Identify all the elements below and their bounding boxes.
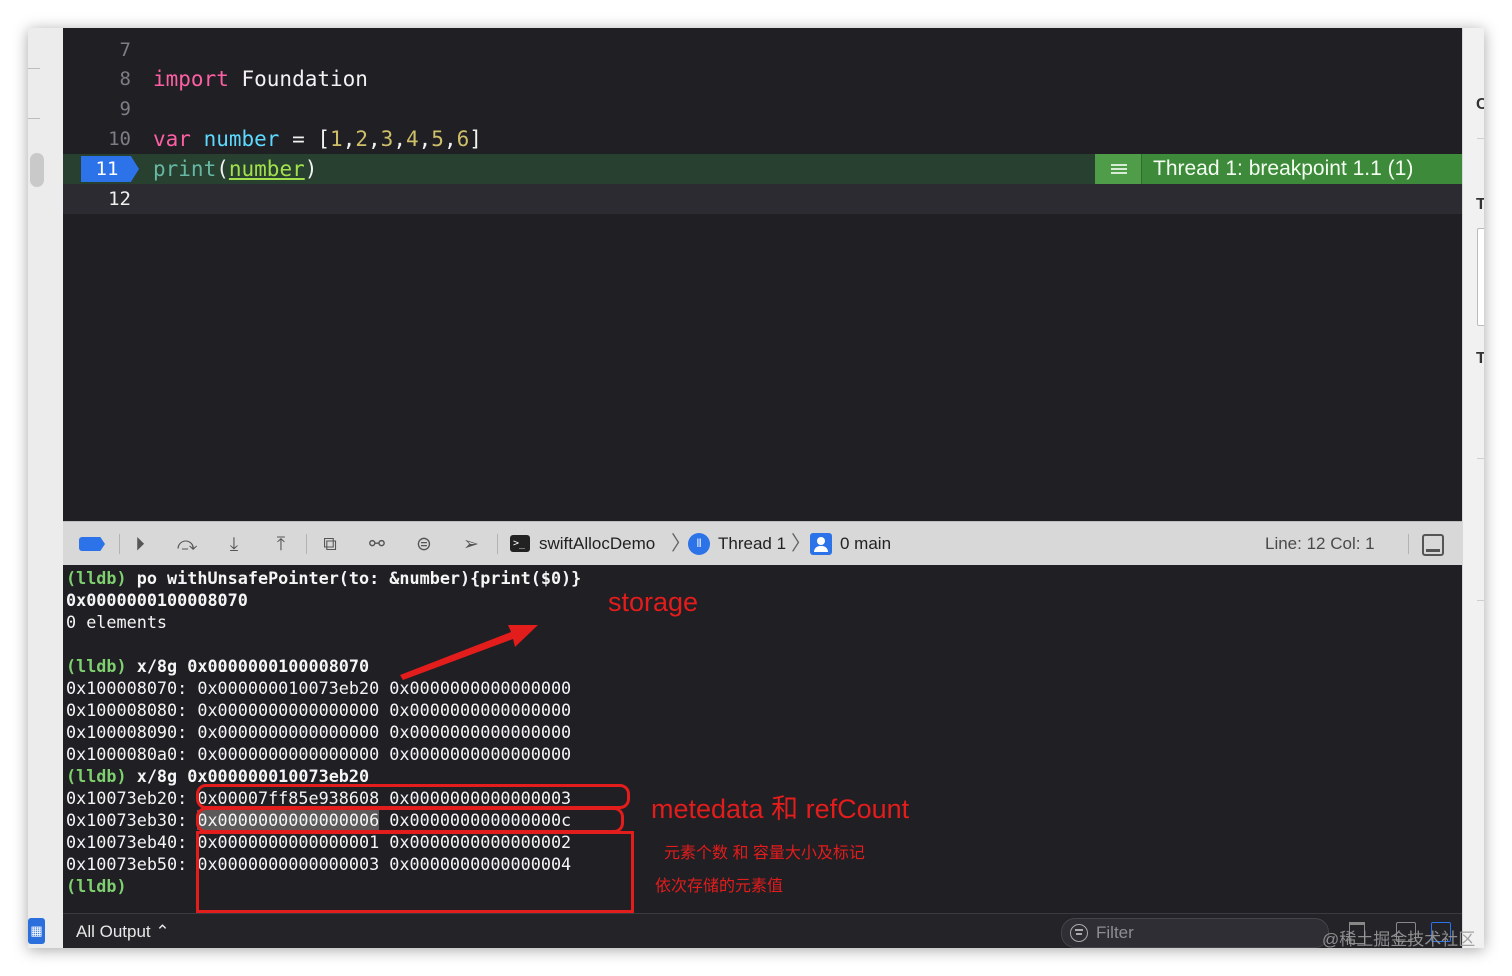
- code-line: 7: [63, 35, 1462, 65]
- view-hierarchy-icon[interactable]: ⧉: [317, 532, 343, 556]
- navigator-scrollbar[interactable]: [30, 153, 44, 187]
- divider: [1477, 458, 1484, 459]
- divider: [306, 534, 307, 554]
- line-number[interactable]: 9: [63, 94, 131, 124]
- xcode-window: ▦ 7 8 import Foundation 9 10 var number …: [28, 28, 1484, 948]
- divider: [119, 534, 120, 554]
- divider: [1477, 600, 1484, 601]
- continue-icon[interactable]: ⏵: [127, 532, 153, 556]
- thread-icon: ⫴: [688, 533, 710, 555]
- variable-name: number: [203, 127, 280, 151]
- keyword: var: [153, 127, 191, 151]
- comma: ,: [418, 127, 432, 151]
- metadata-highlight-box: [196, 784, 630, 809]
- filter-placeholder: Filter: [1096, 923, 1134, 942]
- watermark: @稀土掘金技术社区: [1322, 930, 1476, 949]
- divider: [28, 68, 40, 69]
- divider: [497, 534, 498, 554]
- paren: ): [304, 157, 318, 181]
- toggle-console-icon[interactable]: [1422, 534, 1444, 556]
- environment-icon[interactable]: ⊜: [411, 532, 437, 556]
- breadcrumb-frame[interactable]: 0 main: [840, 522, 891, 566]
- inspector-field[interactable]: [1477, 228, 1484, 326]
- breakpoint-banner[interactable]: Thread 1: breakpoint 1.1 (1): [1095, 154, 1462, 184]
- memory-graph-icon[interactable]: ⚯: [364, 532, 390, 556]
- count-highlight-box: [196, 807, 624, 833]
- code-line: 8 import Foundation: [63, 64, 1462, 94]
- output-selector[interactable]: All Output ⌃: [76, 914, 170, 948]
- cursor-position: Line: 12 Col: 1: [1265, 534, 1375, 553]
- navigator-filter-icon[interactable]: ▦: [28, 918, 45, 944]
- number-literal: 6: [456, 127, 470, 151]
- debug-bar: ⏵ ⤼ ⤓ ⤒ ⧉ ⚯ ⊜ ➢ >_ swiftAllocDemo 〉 ⫴ Th…: [63, 521, 1462, 567]
- comma: ,: [342, 127, 356, 151]
- bracket: [: [317, 127, 331, 151]
- location-icon[interactable]: ➢: [458, 532, 484, 556]
- bracket: ]: [469, 127, 482, 151]
- source-editor[interactable]: 7 8 import Foundation 9 10 var number = …: [63, 28, 1462, 521]
- breadcrumb-thread[interactable]: Thread 1: [718, 522, 786, 566]
- module-name: Foundation: [228, 67, 368, 91]
- code-line: 10 var number = [1,2,3,4,5,6]: [63, 124, 1462, 154]
- lldb-console[interactable]: (lldb) po withUnsafePointer(to: &number)…: [63, 565, 1462, 913]
- elements-annotation: 依次存储的元素值: [655, 878, 784, 895]
- number-literal: 2: [355, 127, 369, 151]
- comma: ,: [368, 127, 381, 151]
- arrow-shape: [400, 625, 538, 680]
- step-into-icon[interactable]: ⤓: [221, 532, 247, 556]
- operator: =: [279, 127, 318, 151]
- comma: ,: [393, 127, 406, 151]
- inspector-letter: C: [1476, 96, 1484, 113]
- storage-annotation: storage: [608, 587, 699, 617]
- line-number[interactable]: 12: [63, 184, 131, 214]
- code-text: var number = [1,2,3,4,5,6]: [153, 124, 482, 154]
- step-over-icon[interactable]: ⤼: [174, 532, 200, 556]
- navigator-edge: ▦: [28, 28, 63, 948]
- console-bottom-bar: All Output ⌃ Filter: [63, 913, 1462, 948]
- line-number[interactable]: 7: [63, 35, 131, 65]
- person-icon: [810, 533, 832, 555]
- divider: [1408, 534, 1409, 554]
- number-literal: 4: [405, 127, 419, 151]
- number-literal: 5: [431, 127, 444, 151]
- filter-icon: [1070, 924, 1088, 942]
- breakpoint-banner-text: Thread 1: breakpoint 1.1 (1): [1153, 157, 1414, 180]
- comma: ,: [443, 127, 457, 151]
- number-literal: 1: [330, 127, 343, 151]
- step-out-icon[interactable]: ⤒: [268, 532, 294, 556]
- filter-input[interactable]: Filter: [1061, 918, 1329, 948]
- divider: [1477, 138, 1484, 139]
- current-line: 11 print(number) Thread 1: breakpoint 1.…: [63, 154, 1462, 184]
- chevron-right-icon: 〉: [791, 533, 811, 555]
- code-text: import Foundation: [153, 64, 368, 94]
- breadcrumb-target[interactable]: swiftAllocDemo: [539, 522, 655, 566]
- menu-lines-icon[interactable]: [1095, 154, 1142, 184]
- inspector-edge: C T T: [1462, 28, 1484, 948]
- inspector-letter: T: [1476, 196, 1484, 213]
- paren: (: [216, 157, 229, 181]
- line-number[interactable]: 10: [63, 124, 131, 154]
- breakpoint-toggle-icon[interactable]: [79, 537, 105, 551]
- number-literal: 3: [380, 127, 394, 151]
- line-number[interactable]: 8: [63, 64, 131, 94]
- metadata-annotation: metedata 和 refCount: [651, 794, 910, 824]
- argument-name: number: [228, 157, 305, 181]
- elements-highlight-box: [196, 831, 634, 913]
- terminal-icon: >_: [510, 535, 530, 552]
- keyword: import: [153, 67, 229, 91]
- code-text: print(number): [153, 154, 317, 184]
- divider: [28, 118, 40, 119]
- count-annotation: 元素个数 和 容量大小及标记: [664, 845, 865, 862]
- function-name: print: [153, 157, 217, 181]
- code-line: 9: [63, 94, 1462, 124]
- inspector-letter: T: [1476, 350, 1484, 367]
- line-number[interactable]: 11: [81, 154, 133, 184]
- code-line: 12: [63, 184, 1462, 214]
